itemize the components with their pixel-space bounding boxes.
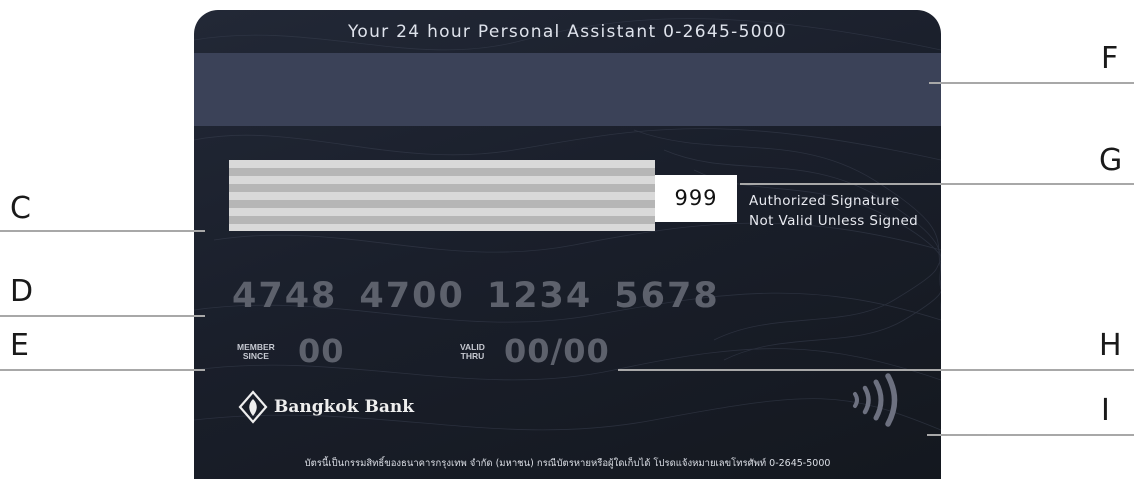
signature-note-line-1: Authorized Signature	[749, 193, 900, 209]
callout-line-g	[740, 183, 1134, 185]
callout-line-f	[929, 82, 1134, 84]
callout-label-c: C	[10, 191, 31, 226]
signature-note: Authorized Signature Not Valid Unless Si…	[749, 191, 918, 231]
signature-panel	[229, 160, 655, 231]
callout-label-h: H	[1099, 328, 1122, 363]
callout-line-i	[927, 434, 1134, 436]
bank-name: Bangkok Bank	[274, 397, 414, 417]
callout-label-f: F	[1101, 41, 1119, 76]
valid-thru-label-line-2: THRU	[460, 351, 485, 361]
valid-thru-value: 00/00	[504, 332, 610, 370]
member-since-value: 00	[298, 332, 345, 370]
callout-label-d: D	[10, 274, 34, 309]
credit-card-back: Your 24 hour Personal Assistant 0-2645-5…	[194, 10, 941, 479]
callout-line-e	[0, 369, 205, 371]
callout-label-g: G	[1099, 143, 1123, 178]
card-number-group: 4700	[359, 276, 465, 316]
card-number: 4748 4700 1234 5678	[232, 276, 742, 316]
signature-note-line-2: Not Valid Unless Signed	[749, 213, 919, 229]
footer-note: บัตรนี้เป็นกรรมสิทธิ์ของธนาคารกรุงเทพ จำ…	[304, 458, 831, 469]
callout-label-e: E	[10, 328, 29, 363]
card-number-group: 4748	[232, 276, 338, 316]
support-hotline: Your 24 hour Personal Assistant 0-2645-5…	[347, 22, 788, 42]
bank-logo-icon	[238, 390, 268, 424]
callout-line-d	[0, 315, 205, 317]
cvv-code: 999	[655, 175, 737, 222]
valid-thru-label: VALID THRU	[460, 343, 485, 361]
callout-line-h	[618, 369, 1134, 371]
card-number-group: 1234	[486, 276, 593, 316]
card-number-group: 5678	[614, 276, 720, 316]
member-since-label-line-2: SINCE	[242, 351, 269, 361]
magnetic-stripe	[194, 53, 941, 126]
callout-line-c	[0, 230, 205, 232]
callout-label-i: I	[1101, 393, 1110, 428]
contactless-icon	[853, 373, 898, 427]
member-since-label: MEMBER SINCE	[237, 343, 275, 361]
bank-logo: Bangkok Bank	[236, 390, 414, 424]
